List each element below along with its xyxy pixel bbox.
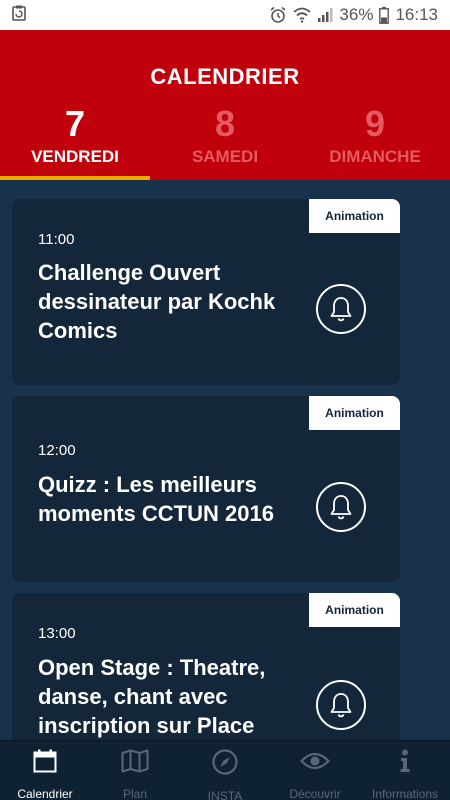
nav-label: Découvrir	[289, 787, 341, 800]
tab-samedi[interactable]: 8 SAMEDI	[150, 102, 300, 180]
day-tabs: 7 VENDREDI 8 SAMEDI 9 DIMANCHE	[0, 102, 450, 180]
tab-day-label: DIMANCHE	[329, 147, 421, 166]
nav-label: Informations	[371, 787, 439, 800]
nav-insta[interactable]: INSTA	[180, 741, 270, 800]
event-card[interactable]: Animation 11:00 Challenge Ouvert dessina…	[12, 199, 400, 385]
event-time: 11:00	[38, 231, 75, 248]
tab-day-number: 9	[364, 103, 386, 144]
nav-calendrier[interactable]: Calendrier	[0, 741, 90, 800]
nav-label: Plan	[122, 787, 148, 800]
event-title: Challenge Ouvert dessinateur par Kochk C…	[38, 260, 276, 343]
bell-icon	[330, 495, 352, 520]
event-card[interactable]: Animation 13:00 Open Stage : Theatre, da…	[12, 593, 400, 740]
bell-icon	[330, 693, 352, 718]
reminder-bell-button[interactable]	[316, 284, 366, 334]
event-title: Quizz : Les meilleurs moments CCTUN 2016	[38, 472, 274, 526]
event-time: 12:00	[38, 442, 76, 459]
battery-percent: 36%	[339, 5, 374, 24]
wifi-icon	[293, 7, 312, 23]
event-list[interactable]: Animation 11:00 Challenge Ouvert dessina…	[0, 180, 450, 740]
category-badge: Animation	[309, 396, 400, 430]
reminder-bell-button[interactable]	[316, 680, 366, 730]
nav-decouvrir[interactable]: Découvrir	[270, 741, 360, 800]
compass-icon	[212, 749, 238, 775]
reminder-bell-button[interactable]	[316, 482, 366, 532]
bottom-nav: Calendrier Plan INSTA Découvrir Informat…	[0, 740, 450, 800]
event-time: 13:00	[38, 625, 76, 642]
category-badge: Animation	[309, 593, 400, 627]
alarm-icon	[269, 6, 287, 24]
calendar-icon	[33, 749, 57, 773]
eye-icon	[300, 749, 330, 773]
map-icon	[121, 749, 149, 773]
notification-icon	[12, 5, 26, 26]
clock: 16:13	[395, 5, 438, 24]
battery-icon	[379, 6, 390, 24]
page-title: CALENDRIER	[150, 64, 300, 89]
nav-label: Calendrier	[17, 787, 73, 800]
event-card[interactable]: Animation 12:00 Quizz : Les meilleurs mo…	[12, 396, 400, 582]
category-badge: Animation	[309, 199, 400, 233]
signal-icon	[317, 7, 333, 23]
bell-icon	[330, 297, 352, 322]
header: CALENDRIER 7 VENDREDI 8 SAMEDI 9 DIMANCH…	[0, 30, 450, 180]
nav-label: INSTA	[207, 789, 243, 800]
nav-informations[interactable]: Informations	[360, 741, 450, 800]
nav-plan[interactable]: Plan	[90, 741, 180, 800]
status-bar: 36% 16:13	[0, 0, 450, 30]
tab-vendredi[interactable]: 7 VENDREDI	[0, 102, 150, 180]
event-title: Open Stage : Theatre, danse, chant avec …	[38, 655, 266, 738]
tab-dimanche[interactable]: 9 DIMANCHE	[300, 102, 450, 180]
tab-day-label: VENDREDI	[31, 147, 119, 166]
tab-day-number: 8	[214, 103, 236, 144]
tab-day-label: SAMEDI	[191, 147, 259, 166]
info-icon	[399, 749, 411, 773]
tab-day-number: 7	[64, 103, 86, 144]
